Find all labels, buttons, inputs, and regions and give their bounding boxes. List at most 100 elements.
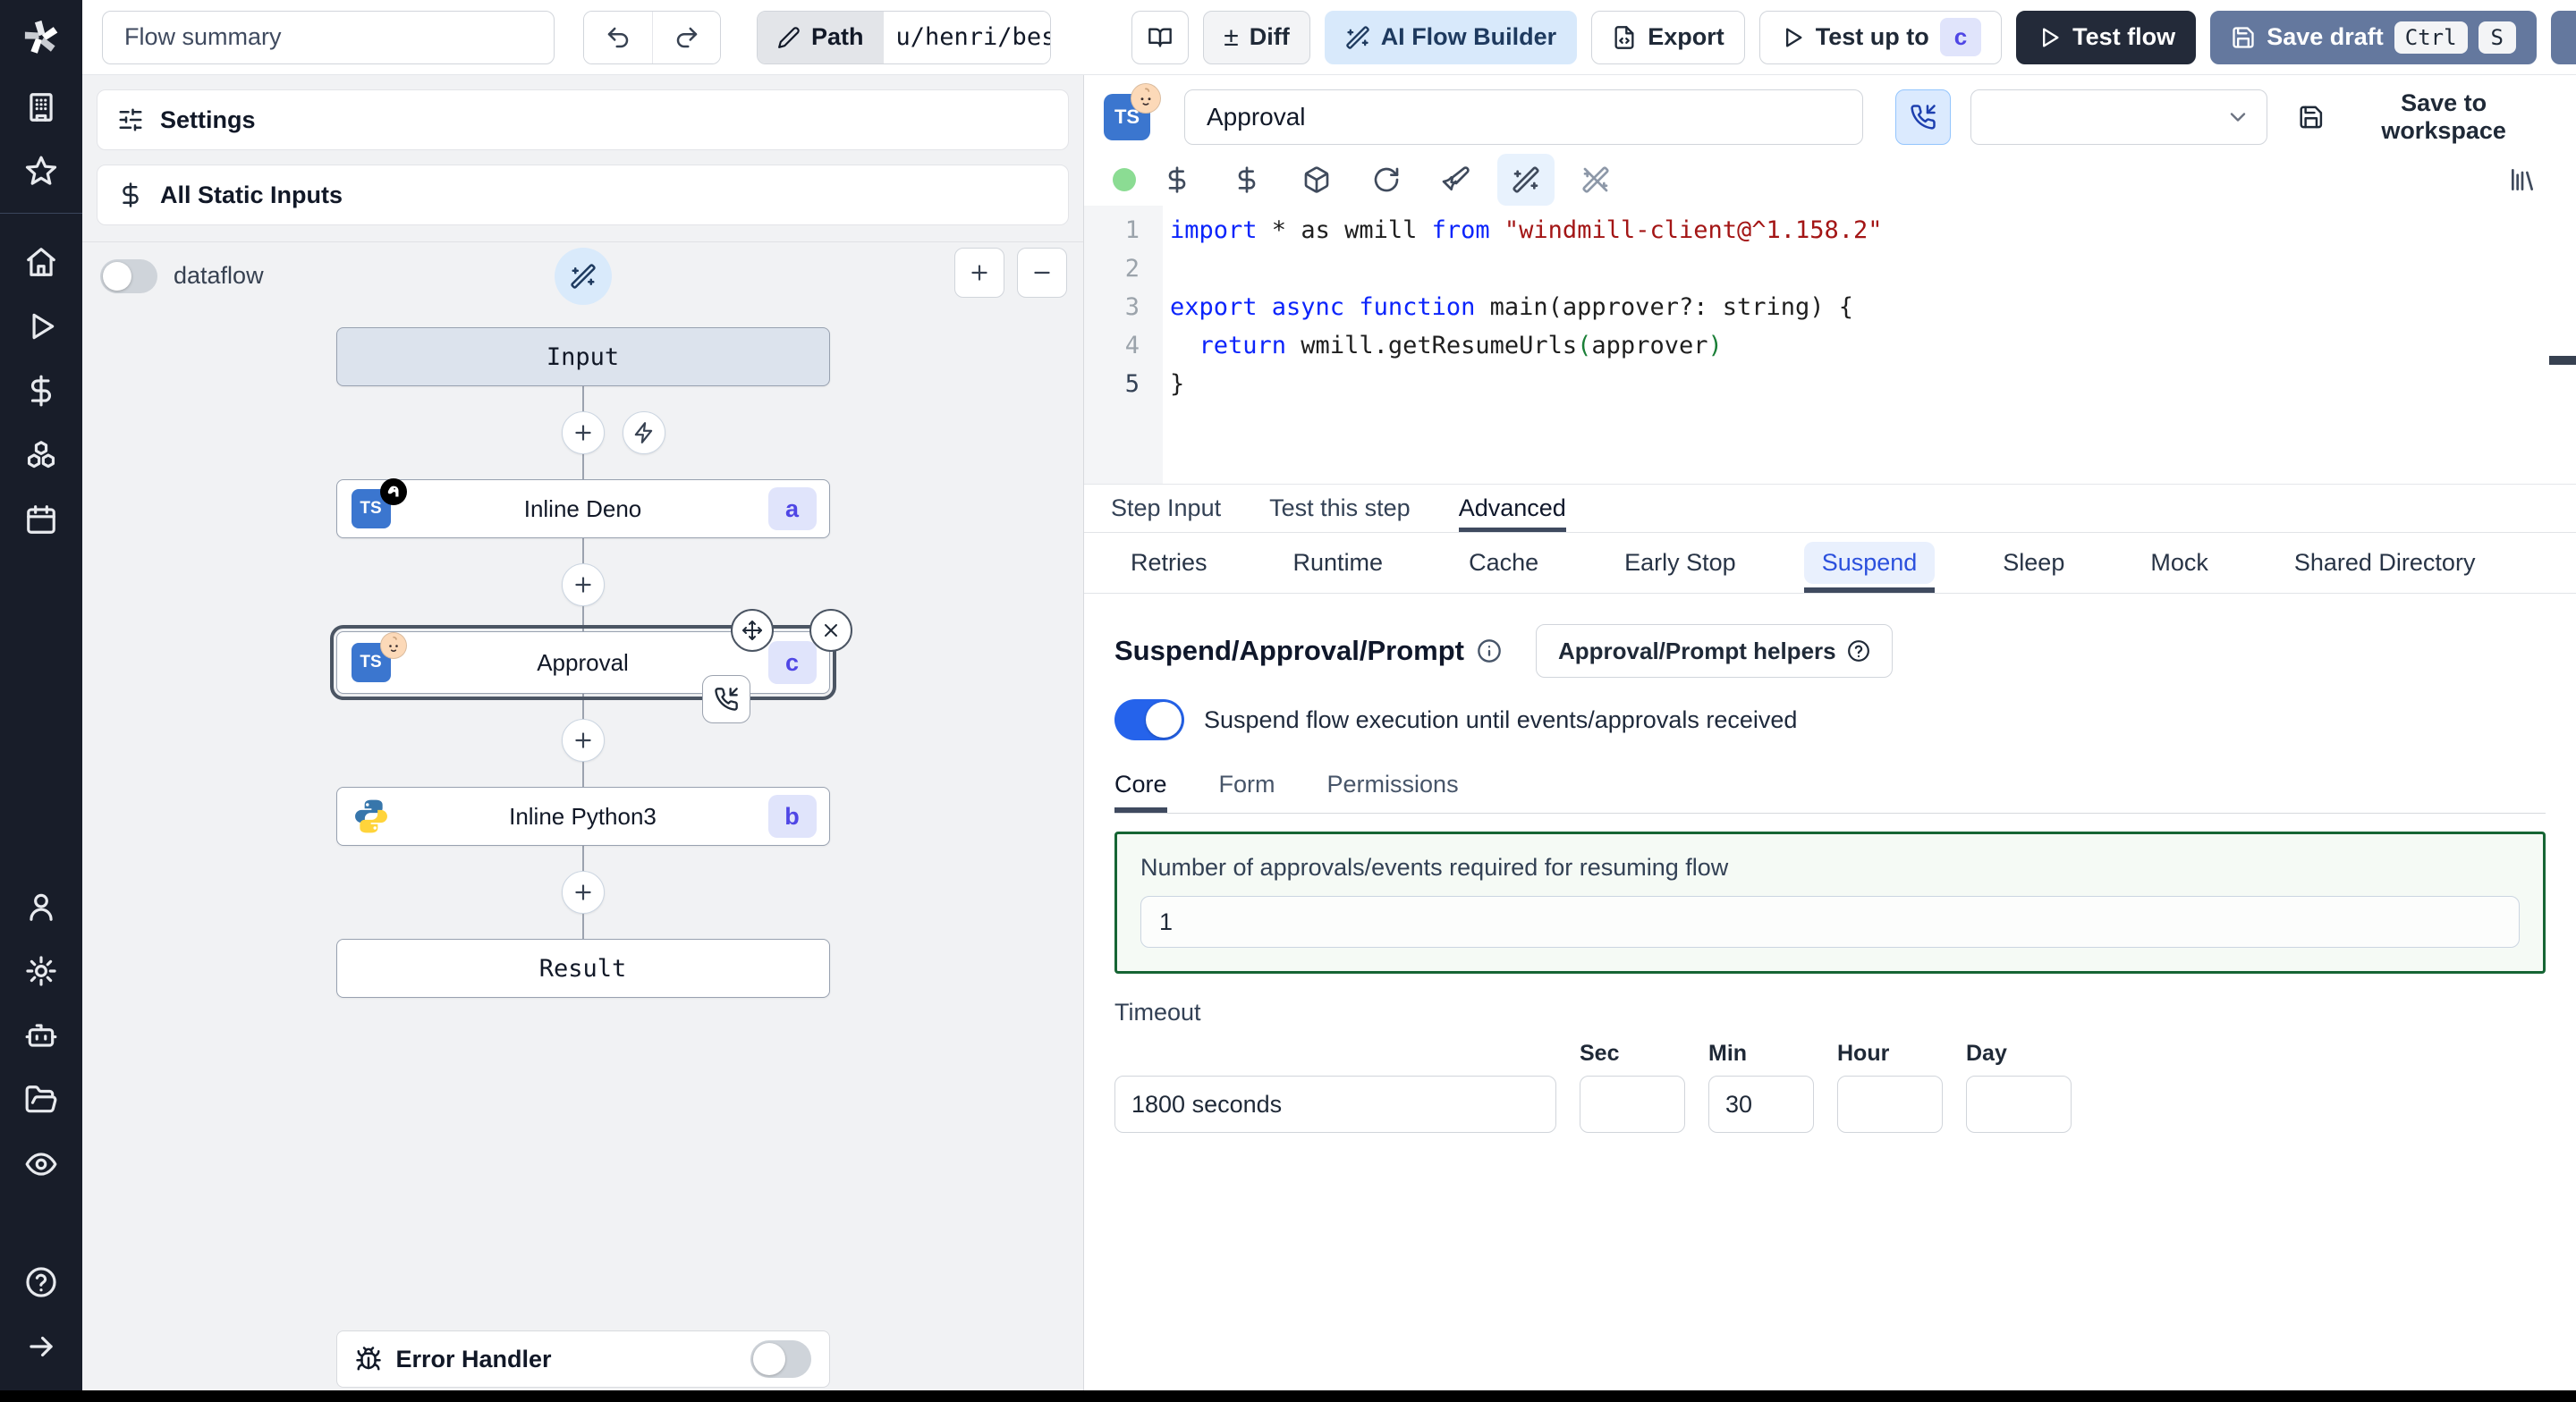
- sec-input[interactable]: [1580, 1076, 1685, 1133]
- redo-button[interactable]: [652, 11, 720, 63]
- step-b-label: Inline Python3: [509, 802, 657, 830]
- day-input[interactable]: [1966, 1076, 2072, 1133]
- collapse-arrow-icon[interactable]: [0, 1314, 82, 1379]
- minus-icon: [1034, 271, 1050, 274]
- runs-play-icon[interactable]: [0, 294, 82, 359]
- suspend-phone-indicator[interactable]: [701, 675, 750, 723]
- tab-test-this-step[interactable]: Test this step: [1269, 485, 1411, 532]
- export-button[interactable]: Export: [1591, 10, 1745, 64]
- all-static-inputs-bar[interactable]: All Static Inputs: [97, 165, 1069, 225]
- path-edit-button[interactable]: Path: [758, 11, 884, 63]
- settings-gear-icon[interactable]: [0, 939, 82, 1003]
- step-title-input[interactable]: [1184, 89, 1863, 145]
- zoom-out-button[interactable]: [1017, 248, 1067, 298]
- insert-step-button[interactable]: [561, 411, 605, 454]
- schedules-calendar-icon[interactable]: [0, 487, 82, 552]
- step-node-c-selected[interactable]: TS Approval c: [329, 609, 852, 723]
- timeout-seconds-input[interactable]: [1114, 1076, 1556, 1133]
- edge-line: [581, 914, 584, 939]
- magic-wand-icon: [570, 264, 596, 289]
- test-up-to-button[interactable]: Test up to c: [1758, 10, 2003, 64]
- audit-eye-icon[interactable]: [0, 1132, 82, 1196]
- format-button[interactable]: [1428, 154, 1485, 206]
- min-input[interactable]: [1708, 1076, 1814, 1133]
- resources-cubes-icon[interactable]: [0, 423, 82, 487]
- insert-step-button[interactable]: [561, 563, 605, 606]
- suspend-phone-button[interactable]: [1894, 89, 1951, 145]
- bug-icon: [355, 1347, 381, 1371]
- connector: [561, 694, 605, 787]
- add-variable-button[interactable]: [1148, 154, 1206, 206]
- step-header: TS Save to workspace: [1084, 75, 2576, 154]
- tab-step-input[interactable]: Step Input: [1111, 485, 1221, 532]
- workspace-icon[interactable]: [0, 75, 82, 139]
- sidebar-divider: [0, 213, 82, 214]
- windmill-logo-icon[interactable]: [0, 0, 82, 75]
- move-step-button[interactable]: [730, 609, 774, 652]
- graph-controls-row: dataflow: [82, 241, 1083, 309]
- variables-dollar-icon[interactable]: [0, 359, 82, 423]
- dataflow-toggle[interactable]: [100, 258, 157, 293]
- tab-runtime[interactable]: Runtime: [1275, 533, 1402, 593]
- scrollbar-thumb[interactable]: [2549, 356, 2576, 365]
- package-button[interactable]: [1288, 154, 1345, 206]
- diff-button[interactable]: ± Diff: [1203, 10, 1310, 64]
- script-version-select[interactable]: [1970, 89, 2267, 145]
- folders-icon[interactable]: [0, 1068, 82, 1132]
- insert-step-button[interactable]: [561, 871, 605, 914]
- code-editor[interactable]: 1 import * as wmill from "windmill-clien…: [1084, 206, 2576, 485]
- info-icon[interactable]: [1477, 638, 1502, 663]
- docs-book-button[interactable]: [1131, 10, 1190, 64]
- hour-input[interactable]: [1837, 1076, 1943, 1133]
- tab-cache[interactable]: Cache: [1451, 533, 1556, 593]
- save-to-workspace-button[interactable]: Save to workspace: [2298, 89, 2551, 145]
- path-button-group[interactable]: Path u/henri/bes: [757, 10, 1051, 64]
- tab-mock[interactable]: Mock: [2132, 533, 2226, 593]
- approval-prompt-helpers-button[interactable]: Approval/Prompt helpers: [1535, 624, 1893, 678]
- error-handler-bar[interactable]: Error Handler: [335, 1330, 830, 1388]
- ai-assist-button[interactable]: [1497, 154, 1555, 206]
- timeout-min-group: Min: [1708, 1041, 1814, 1133]
- zoom-in-button[interactable]: [954, 248, 1004, 298]
- input-node[interactable]: Input: [335, 327, 830, 386]
- ai-flow-builder-button[interactable]: AI Flow Builder: [1324, 10, 1578, 64]
- tab-suspend[interactable]: Suspend: [1803, 533, 1936, 593]
- delete-step-button[interactable]: [809, 609, 852, 652]
- tab-early-stop[interactable]: Early Stop: [1606, 533, 1754, 593]
- help-icon[interactable]: [0, 1250, 82, 1314]
- tab-core[interactable]: Core: [1114, 762, 1167, 813]
- ai-assist-off-button[interactable]: [1567, 154, 1624, 206]
- reload-button[interactable]: [1358, 154, 1415, 206]
- test-flow-button[interactable]: Test flow: [2016, 10, 2197, 64]
- hour-label: Hour: [1837, 1041, 1890, 1066]
- tab-advanced[interactable]: Advanced: [1458, 485, 1566, 532]
- suspend-enable-toggle[interactable]: [1114, 699, 1184, 740]
- flow-settings-bar[interactable]: Settings: [97, 89, 1069, 150]
- tab-sleep[interactable]: Sleep: [1985, 533, 2082, 593]
- step-detail-panel: TS Save to workspace: [1084, 75, 2576, 1402]
- add-trigger-button[interactable]: [622, 411, 665, 454]
- error-handler-toggle[interactable]: [750, 1340, 811, 1378]
- ai-wand-button[interactable]: [554, 248, 612, 305]
- step-node-b[interactable]: Inline Python3 b: [335, 787, 830, 846]
- deploy-button-partial[interactable]: [2551, 10, 2576, 64]
- add-resource-button[interactable]: [1218, 154, 1275, 206]
- step-a-language-icon: TS: [351, 478, 407, 528]
- library-button[interactable]: [2494, 154, 2551, 206]
- workers-robot-icon[interactable]: [0, 1003, 82, 1068]
- approvals-required-input[interactable]: [1140, 896, 2520, 948]
- tab-form[interactable]: Form: [1219, 762, 1275, 813]
- result-node[interactable]: Result: [335, 939, 830, 998]
- tab-shared-directory[interactable]: Shared Directory: [2276, 533, 2494, 593]
- insert-step-button[interactable]: [561, 719, 605, 762]
- undo-button[interactable]: [584, 11, 652, 63]
- save-draft-button[interactable]: Save draft Ctrl S: [2210, 10, 2537, 64]
- favorites-star-icon[interactable]: [0, 139, 82, 204]
- step-node-a[interactable]: TS Inline Deno a: [335, 478, 830, 538]
- flow-summary-input[interactable]: [102, 10, 555, 64]
- users-icon[interactable]: [0, 874, 82, 939]
- home-icon[interactable]: [0, 230, 82, 294]
- suspend-heading-row: Suspend/Approval/Prompt Approval/Prompt …: [1114, 624, 2546, 678]
- tab-retries[interactable]: Retries: [1113, 533, 1225, 593]
- tab-permissions[interactable]: Permissions: [1327, 762, 1459, 813]
